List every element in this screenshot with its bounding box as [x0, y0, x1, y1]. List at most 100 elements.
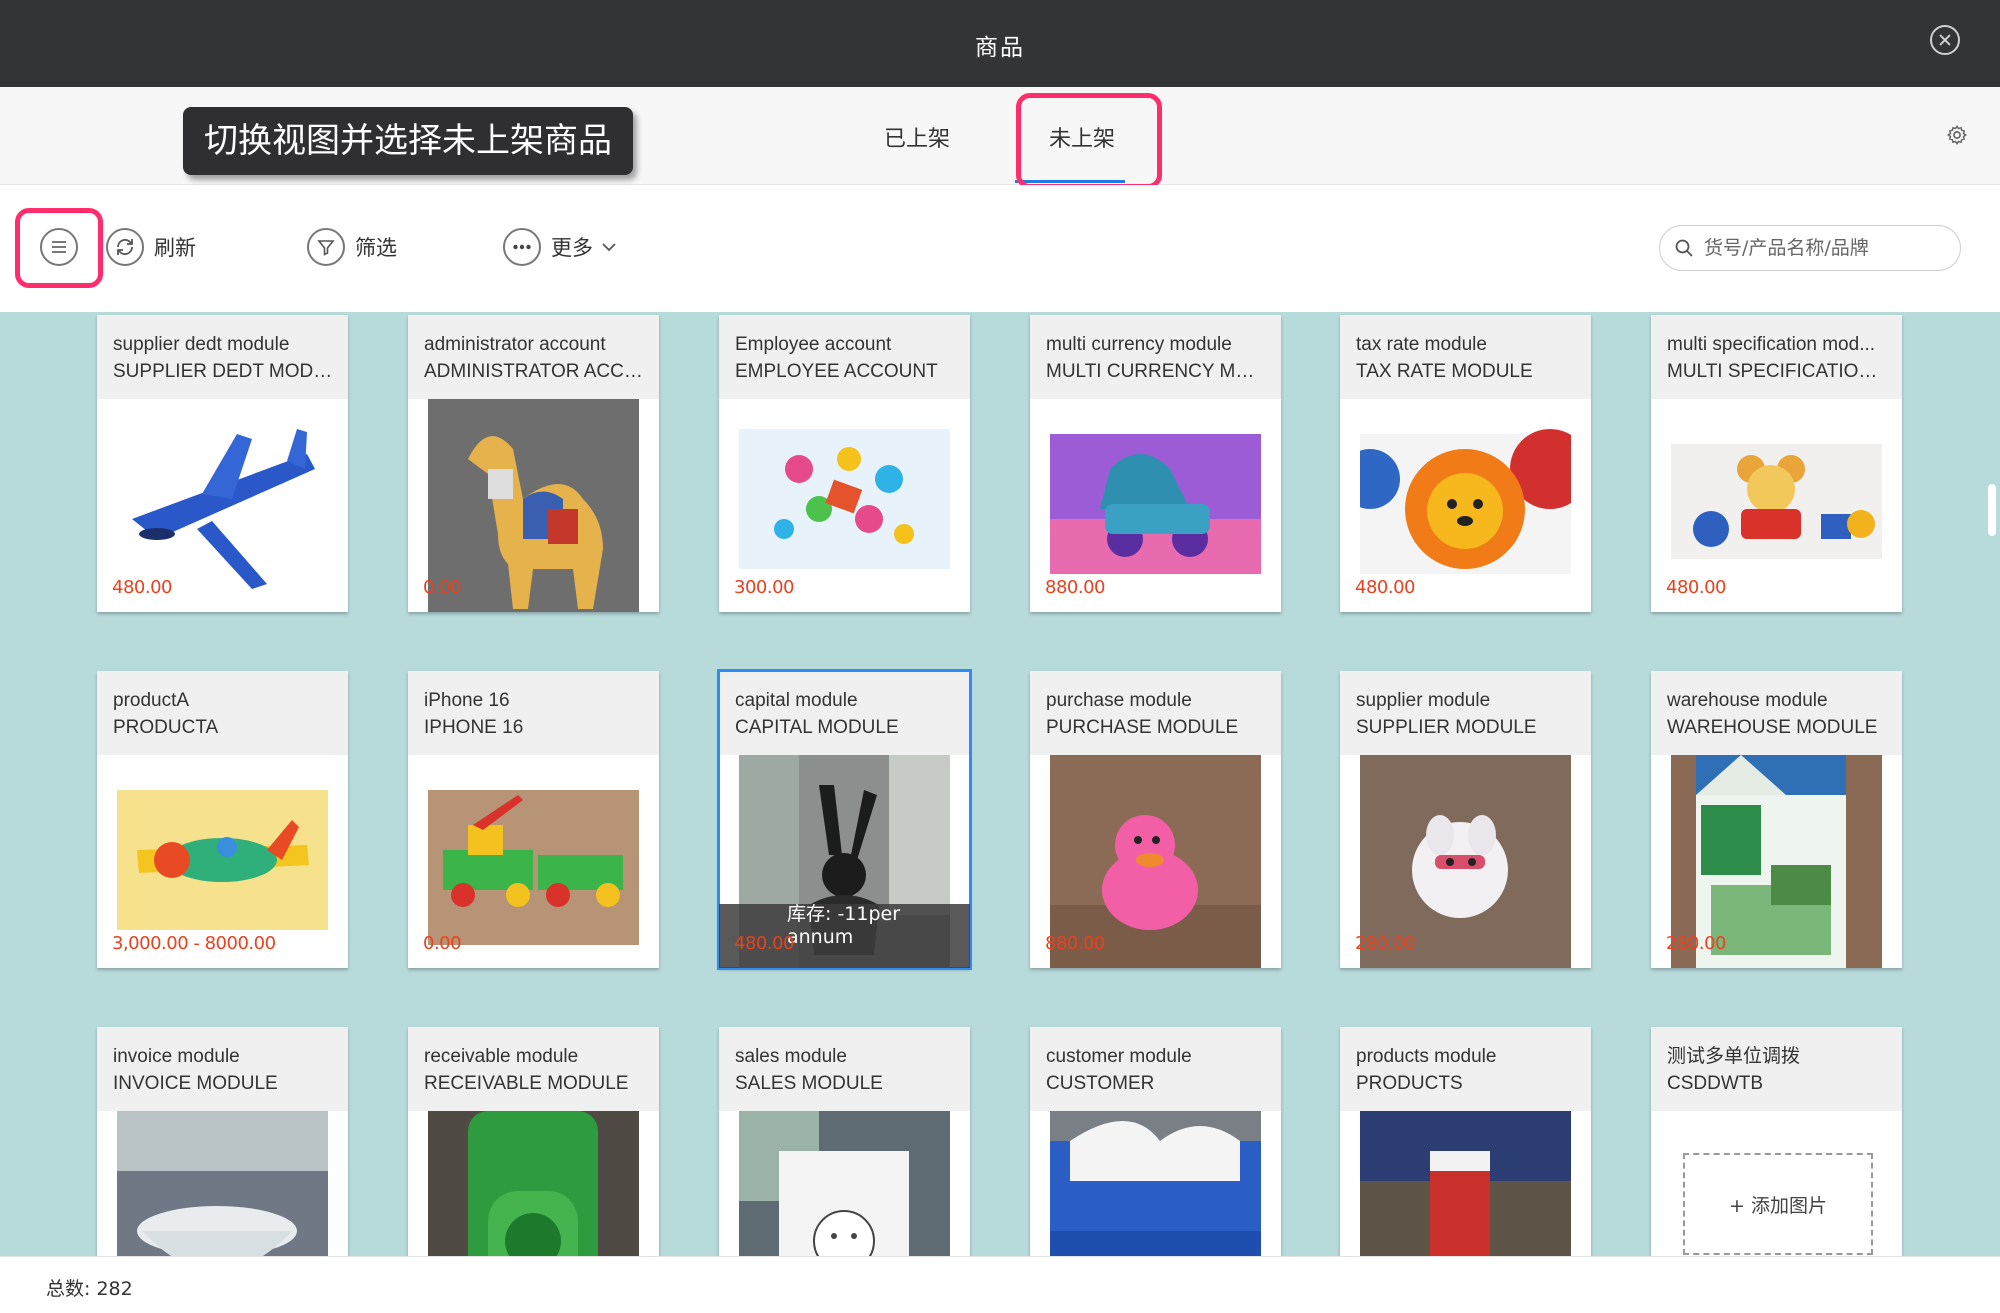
product-image: [117, 1111, 328, 1256]
product-name: 测试多单位调拨: [1667, 1046, 1801, 1067]
product-card[interactable]: tax rate module TAX RATE MODULE 480.00: [1340, 315, 1591, 612]
product-price: 280.00: [1666, 933, 1726, 954]
tab-bar: 切换视图并选择未上架商品 已上架 未上架: [0, 87, 2000, 189]
gear-icon[interactable]: [1946, 124, 1968, 146]
product-image: [428, 1111, 639, 1256]
active-tab-indicator: [1015, 180, 1125, 183]
product-name: iPhone 16: [424, 690, 510, 711]
product-price: 480.00: [112, 577, 172, 598]
card-header: multi currency module MULTI CURRENCY MOD.…: [1030, 315, 1281, 399]
product-price: 480.00: [1666, 577, 1726, 598]
card-header: purchase module PURCHASE MODULE: [1030, 671, 1281, 755]
product-name: purchase module: [1046, 690, 1192, 711]
search-input[interactable]: [1704, 237, 1944, 259]
close-icon[interactable]: [1930, 25, 1960, 55]
product-code: PRODUCTA: [113, 717, 219, 738]
scrollbar-thumb[interactable]: [1988, 484, 1996, 536]
app-window: 商品 切换视图并选择未上架商品 已上架 未上架 刷新 筛选 更多 货号/产品名称…: [0, 0, 2000, 1313]
card-header: multi specification mod... MULTI SPECIFIC…: [1651, 315, 1902, 399]
product-name: customer module: [1046, 1046, 1192, 1067]
product-name: tax rate module: [1356, 334, 1487, 355]
product-card[interactable]: warehouse module WAREHOUSE MODULE 280.00: [1651, 671, 1902, 968]
product-code: WAREHOUSE MODULE: [1667, 717, 1878, 738]
product-price: 3,000.00 - 8000.00: [112, 933, 276, 954]
tab-unlisted[interactable]: 未上架: [1049, 121, 1115, 153]
refresh-icon: [106, 228, 144, 266]
card-header: supplier dedt module SUPPLIER DEDT MODULE: [97, 315, 348, 399]
product-code: ADMINISTRATOR ACCO...: [424, 361, 644, 382]
product-image: [739, 1111, 950, 1256]
product-card[interactable]: invoice module INVOICE MODULE: [97, 1027, 348, 1256]
filter-button[interactable]: 筛选: [307, 227, 397, 267]
product-name: multi specification mod...: [1667, 334, 1876, 355]
list-view-icon: [40, 228, 78, 266]
view-toggle-button[interactable]: [40, 227, 78, 267]
product-card[interactable]: receivable module RECEIVABLE MODULE: [408, 1027, 659, 1256]
product-card[interactable]: iPhone 16 IPHONE 16 0.00: [408, 671, 659, 968]
product-card[interactable]: customer module CUSTOMER: [1030, 1027, 1281, 1256]
product-name: supplier module: [1356, 690, 1491, 711]
product-name: Employee account: [735, 334, 892, 355]
product-card[interactable]: supplier module SUPPLIER MODULE 280.00: [1340, 671, 1591, 968]
card-header: customer module CUSTOMER: [1030, 1027, 1281, 1111]
more-button[interactable]: 更多: [503, 227, 617, 267]
card-header: Employee account EMPLOYEE ACCOUNT: [719, 315, 970, 399]
footer: 总数: 282: [0, 1256, 2000, 1313]
product-code: SUPPLIER MODULE: [1356, 717, 1537, 738]
product-code: TAX RATE MODULE: [1356, 361, 1533, 382]
product-code: RECEIVABLE MODULE: [424, 1073, 629, 1094]
product-code: CSDDWTB: [1667, 1073, 1764, 1094]
product-name: products module: [1356, 1046, 1497, 1067]
product-image: [1360, 1111, 1571, 1256]
product-card[interactable]: supplier dedt module SUPPLIER DEDT MODULE…: [97, 315, 348, 612]
product-code: CAPITAL MODULE: [735, 717, 899, 738]
add-image-button[interactable]: + 添加图片: [1683, 1153, 1873, 1255]
product-card[interactable]: multi specification mod... MULTI SPECIFIC…: [1651, 315, 1902, 612]
product-card[interactable]: products module PRODUCTS: [1340, 1027, 1591, 1256]
refresh-button[interactable]: 刷新: [106, 227, 196, 267]
card-header: products module PRODUCTS: [1340, 1027, 1591, 1111]
product-card[interactable]: multi currency module MULTI CURRENCY MOD.…: [1030, 315, 1281, 612]
product-price: 880.00: [1045, 577, 1105, 598]
product-card[interactable]: sales module SALES MODULE: [719, 1027, 970, 1256]
product-code: SALES MODULE: [735, 1073, 883, 1094]
product-price: 480.00: [1355, 577, 1415, 598]
tab-listed[interactable]: 已上架: [884, 121, 950, 153]
product-code: PURCHASE MODULE: [1046, 717, 1239, 738]
total-count: 总数: 282: [46, 1274, 133, 1301]
card-header: invoice module INVOICE MODULE: [97, 1027, 348, 1111]
product-price: 280.00: [1355, 933, 1415, 954]
instruction-tooltip: 切换视图并选择未上架商品: [183, 107, 633, 175]
product-card[interactable]: 测试多单位调拨 CSDDWTB + 添加图片: [1651, 1027, 1902, 1256]
card-header: administrator account ADMINISTRATOR ACCO.…: [408, 315, 659, 399]
product-name: administrator account: [424, 334, 606, 355]
toolbar: 刷新 筛选 更多: [0, 185, 2000, 312]
product-name: supplier dedt module: [113, 334, 290, 355]
filter-label: 筛选: [355, 236, 397, 260]
title-bar: 商品: [0, 0, 2000, 87]
product-code: MULTI CURRENCY MOD...: [1046, 361, 1266, 382]
card-header: receivable module RECEIVABLE MODULE: [408, 1027, 659, 1111]
product-code: INVOICE MODULE: [113, 1073, 278, 1094]
product-card[interactable]: productA PRODUCTA 3,000.00 - 8000.00: [97, 671, 348, 968]
product-code: IPHONE 16: [424, 717, 524, 738]
product-card[interactable]: capital module CAPITAL MODULE 库存: -11per a…: [717, 669, 972, 970]
card-header: tax rate module TAX RATE MODULE: [1340, 315, 1591, 399]
product-card[interactable]: Employee account EMPLOYEE ACCOUNT 300.00: [719, 315, 970, 612]
product-name: invoice module: [113, 1046, 240, 1067]
product-name: receivable module: [424, 1046, 579, 1067]
card-header: warehouse module WAREHOUSE MODULE: [1651, 671, 1902, 755]
product-card[interactable]: administrator account ADMINISTRATOR ACCO.…: [408, 315, 659, 612]
chevron-down-icon: [602, 243, 616, 252]
filter-icon: [307, 228, 345, 266]
search-box[interactable]: [1659, 225, 1961, 271]
product-code: SUPPLIER DEDT MODULE: [113, 361, 333, 382]
stock-label: 库存: -11per annum: [787, 903, 901, 948]
card-header: capital module CAPITAL MODULE: [719, 671, 970, 755]
card-header: iPhone 16 IPHONE 16: [408, 671, 659, 755]
card-header: productA PRODUCTA: [97, 671, 348, 755]
product-price: 880.00: [1045, 933, 1105, 954]
product-card[interactable]: purchase module PURCHASE MODULE 880.00: [1030, 671, 1281, 968]
refresh-label: 刷新: [154, 236, 196, 260]
product-code: EMPLOYEE ACCOUNT: [735, 361, 938, 382]
